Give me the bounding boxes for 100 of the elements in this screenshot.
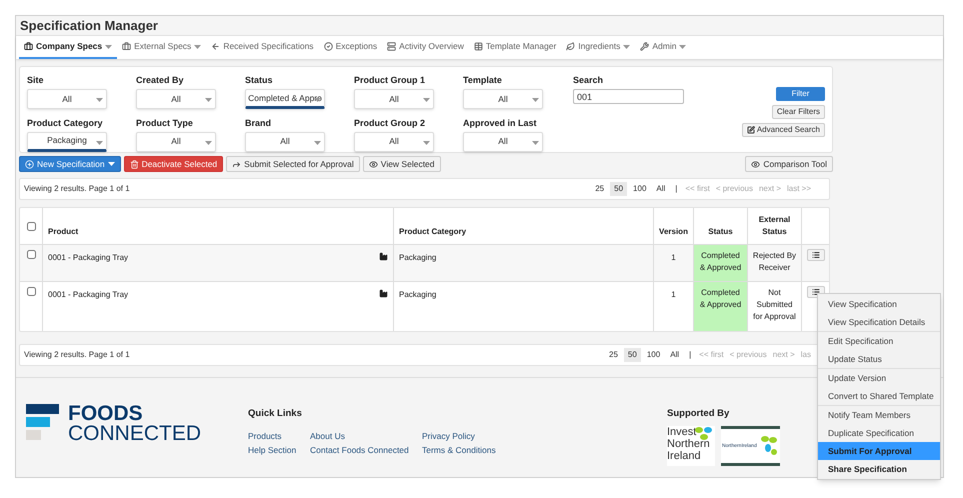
- caret-icon: [314, 98, 321, 102]
- menu-item[interactable]: Convert to Shared Template: [818, 387, 940, 405]
- eye-icon: [751, 160, 760, 168]
- filter-dropdown[interactable]: All: [354, 89, 434, 109]
- page-size-option[interactable]: 100: [629, 182, 650, 196]
- caret-icon: [205, 140, 212, 144]
- caret-icon: [205, 98, 212, 102]
- filter-label: Product Category: [27, 118, 104, 128]
- plus-icon: [25, 160, 34, 168]
- page-size-option[interactable]: 25: [605, 348, 622, 362]
- menu-item[interactable]: Edit Specification: [818, 332, 940, 350]
- nav-tab[interactable]: Ingredients: [561, 36, 636, 59]
- filter-button[interactable]: Filter: [776, 87, 825, 101]
- nav-tab[interactable]: Activity Overview: [382, 36, 469, 59]
- footer-link[interactable]: Help Section: [248, 443, 310, 458]
- logo-mark-icon: [26, 404, 59, 440]
- select-all-checkbox[interactable]: [26, 222, 36, 230]
- comparison-tool-button[interactable]: Comparison Tool: [745, 156, 833, 172]
- separator-text: |: [674, 183, 678, 195]
- briefcase-icon: [24, 42, 33, 51]
- view-button[interactable]: View Selected: [362, 156, 441, 172]
- filter-dropdown[interactable]: All: [245, 132, 325, 152]
- submit-button[interactable]: Submit Selected for Approval: [226, 156, 360, 172]
- menu-item[interactable]: View Specification Details: [818, 313, 940, 331]
- table-cell: Not Submitted for Approval: [753, 288, 796, 321]
- results-summary: Viewing 2 results. Page 1 of 1: [24, 183, 130, 195]
- trash-icon: [130, 160, 139, 168]
- clear-filters-button[interactable]: Clear Filters: [772, 105, 825, 119]
- menu-item[interactable]: Update Status: [818, 350, 940, 368]
- table-icon: [474, 42, 483, 51]
- column-header: Product: [43, 208, 394, 244]
- caret-icon: [108, 162, 115, 166]
- filter-label: Brand: [245, 118, 272, 128]
- new-specification-button[interactable]: New Specification: [19, 156, 121, 172]
- factory-icon: [379, 289, 388, 298]
- footer-link[interactable]: Contact Foods Connected: [310, 443, 422, 458]
- deactivate-button[interactable]: Deactivate Selected: [124, 156, 224, 172]
- column-header: Product Category: [394, 208, 654, 244]
- supported-by-title: Supported By: [667, 407, 730, 421]
- wrench-icon: [640, 42, 650, 51]
- caret-icon: [532, 98, 539, 102]
- factory-icon: [379, 252, 388, 261]
- logo-text: FOODS: [68, 404, 144, 424]
- column-header: Version: [654, 208, 694, 244]
- menu-item[interactable]: Update Version: [818, 369, 940, 387]
- caret-icon: [314, 140, 321, 144]
- filter-dropdown[interactable]: All: [136, 89, 216, 109]
- logo-text: CONNECTED: [68, 424, 202, 444]
- nav-tab[interactable]: Template Manager: [468, 36, 562, 59]
- filter-label: Approved in Last: [463, 118, 538, 128]
- briefcase-icon: [122, 42, 132, 51]
- search-field[interactable]: 001: [573, 89, 684, 104]
- nav-tab[interactable]: Admin: [635, 36, 692, 59]
- filter-label: Status: [245, 75, 274, 86]
- status-cell: Completed & Approved: [694, 245, 748, 281]
- menu-item[interactable]: Share Specification: [818, 460, 940, 478]
- page-size-option[interactable]: All: [666, 348, 684, 362]
- page-size-option[interactable]: 50: [610, 182, 628, 196]
- page-size-option[interactable]: 100: [642, 348, 664, 362]
- table-cell: Packaging: [399, 290, 436, 299]
- menu-item[interactable]: Duplicate Specification: [818, 424, 940, 442]
- advanced-search-button[interactable]: Advanced Search: [742, 123, 825, 137]
- footer-link[interactable]: Privacy Policy: [422, 429, 512, 444]
- status-cell: Completed & Approved: [694, 282, 748, 331]
- quick-links-title: Quick Links: [248, 407, 303, 421]
- page-size-option[interactable]: 25: [591, 182, 608, 196]
- row-menu-button[interactable]: [806, 249, 824, 261]
- caret-icon: [423, 140, 430, 144]
- column-header: Status: [694, 208, 748, 244]
- footer-link[interactable]: About Us: [310, 429, 422, 444]
- filter-dropdown[interactable]: All: [463, 132, 543, 152]
- nav-tab[interactable]: Company Specs: [19, 36, 118, 59]
- invest-logo: Invest Northern Ireland: [667, 426, 715, 466]
- edit-icon: [746, 126, 755, 134]
- nav-tab[interactable]: Exceptions: [318, 36, 382, 59]
- list-icon: [812, 251, 820, 259]
- table-cell: 0001 - Packaging Tray: [48, 289, 128, 301]
- caret-icon: [96, 140, 103, 144]
- list-icon: [812, 288, 820, 296]
- menu-item[interactable]: Submit For Approval: [818, 442, 940, 460]
- filter-dropdown[interactable]: All: [463, 89, 543, 109]
- server-icon: [387, 42, 396, 51]
- filter-dropdown[interactable]: All: [136, 132, 216, 152]
- row-checkbox[interactable]: [26, 250, 36, 259]
- menu-item[interactable]: Notify Team Members: [818, 406, 940, 424]
- nav-tab[interactable]: Received Specifications: [206, 36, 319, 59]
- page-title: Specification Manager: [20, 16, 158, 35]
- footer-link[interactable]: Terms & Conditions: [422, 443, 512, 458]
- page-size-option[interactable]: 50: [624, 348, 641, 362]
- filter-dropdown[interactable]: All: [354, 132, 434, 152]
- row-checkbox[interactable]: [26, 287, 36, 296]
- filter-dropdown[interactable]: All: [27, 89, 107, 109]
- filter-dropdown[interactable]: Packaging: [27, 132, 107, 152]
- nav-tab[interactable]: External Specs: [117, 36, 206, 59]
- footer-link[interactable]: Products: [248, 429, 310, 444]
- filter-label: Product Group 1: [354, 75, 426, 86]
- page-size-option[interactable]: All: [652, 182, 670, 196]
- separator-text: |: [688, 349, 692, 361]
- menu-item[interactable]: View Specification: [818, 295, 940, 313]
- caret-icon: [423, 98, 430, 102]
